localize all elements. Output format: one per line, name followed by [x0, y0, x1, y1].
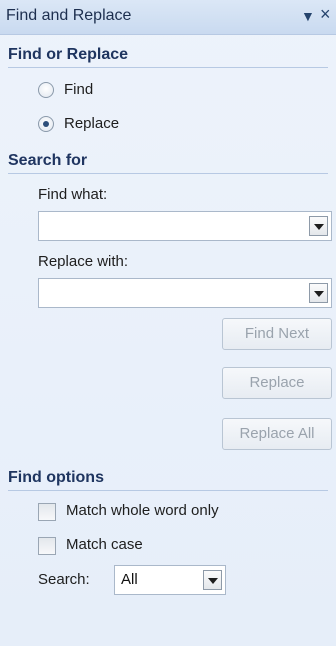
replace-all-button[interactable]: Replace All: [222, 418, 332, 450]
replace-with-combobox[interactable]: [38, 278, 332, 308]
replace-with-dropdown-button[interactable]: [309, 283, 328, 303]
close-icon[interactable]: ×: [320, 4, 331, 25]
search-scope-select[interactable]: All: [114, 565, 226, 595]
search-scope-dropdown-button[interactable]: [203, 570, 222, 590]
match-case-label[interactable]: Match case: [66, 536, 143, 553]
find-next-button[interactable]: Find Next: [222, 318, 332, 350]
replace-with-label: Replace with:: [38, 253, 129, 270]
find-radio[interactable]: [38, 82, 54, 98]
pane-menu-icon[interactable]: ▼: [301, 8, 315, 24]
find-what-dropdown-button[interactable]: [309, 216, 328, 236]
find-what-label: Find what:: [38, 186, 108, 203]
search-scope-value: All: [121, 571, 138, 588]
replace-button[interactable]: Replace: [222, 367, 332, 399]
replace-radio-label[interactable]: Replace: [64, 115, 119, 132]
search-scope-label: Search:: [38, 571, 90, 588]
pane-title: Find and Replace: [6, 7, 132, 24]
find-radio-label[interactable]: Find: [64, 81, 93, 98]
find-or-replace-header: Find or Replace: [8, 46, 328, 68]
match-whole-word-label[interactable]: Match whole word only: [66, 502, 219, 519]
match-whole-word-checkbox[interactable]: [38, 503, 56, 521]
search-for-header: Search for: [8, 152, 328, 174]
find-options-header: Find options: [8, 469, 328, 491]
replace-radio[interactable]: [38, 116, 54, 132]
find-replace-pane: Find and Replace ▼ × Find or Replace Fin…: [0, 0, 336, 646]
find-what-combobox[interactable]: [38, 211, 332, 241]
match-case-checkbox[interactable]: [38, 537, 56, 555]
pane-titlebar: Find and Replace ▼ ×: [0, 0, 336, 35]
